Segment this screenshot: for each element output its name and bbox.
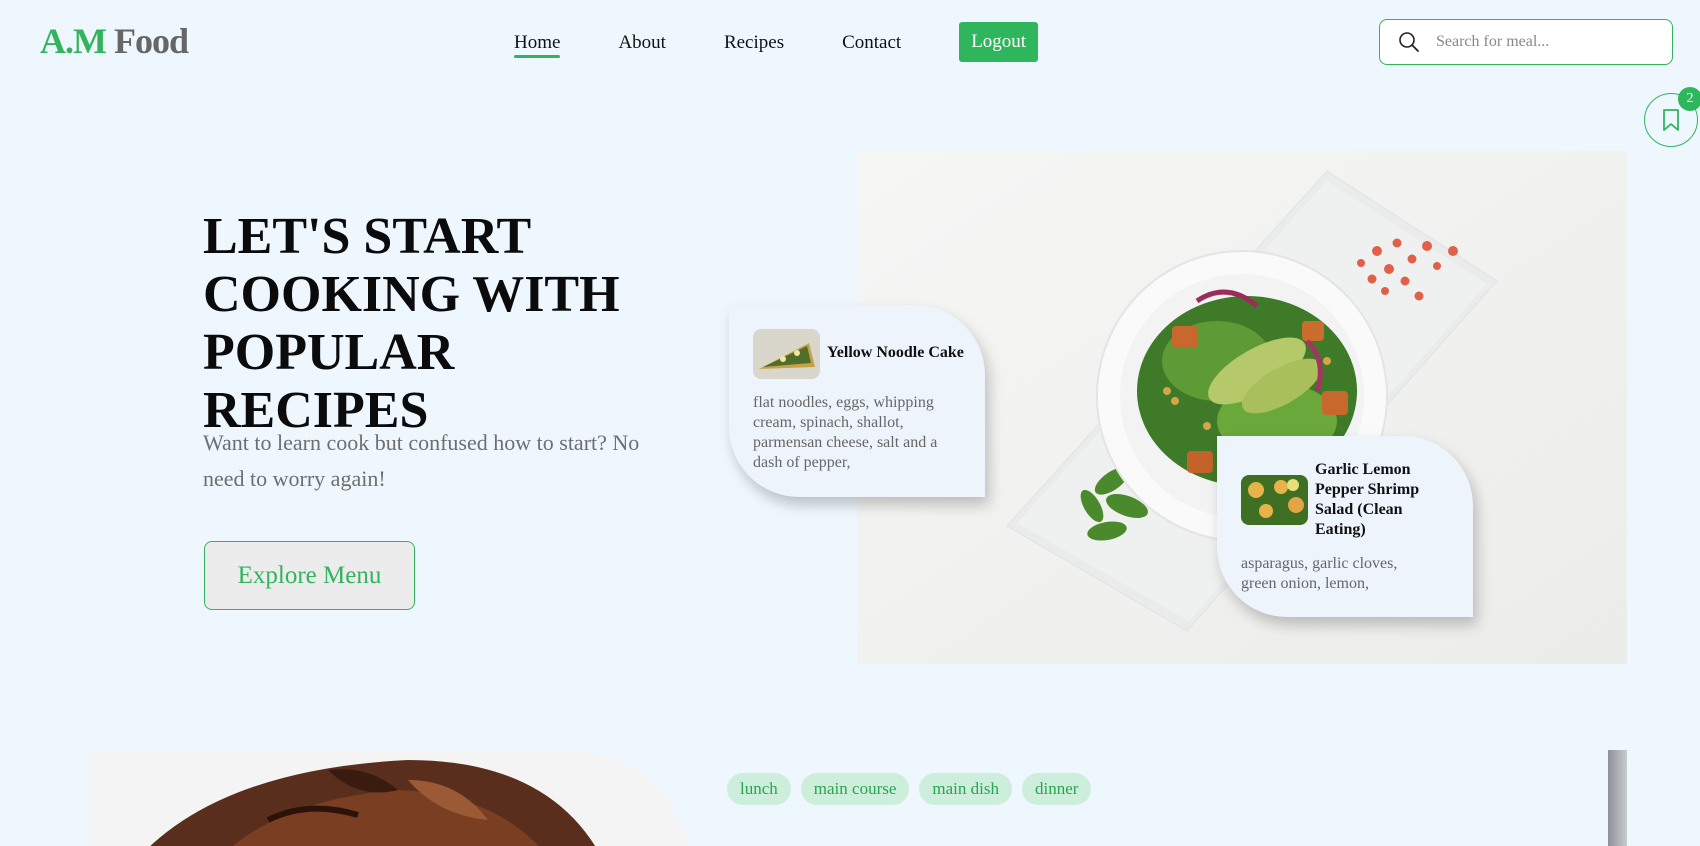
recipe-title: Yellow Noodle Cake	[827, 344, 964, 361]
explore-menu-button[interactable]: Explore Menu	[204, 541, 415, 610]
logo-part-2: Food	[113, 21, 189, 61]
scroll-edge-image	[1608, 750, 1627, 846]
site-logo[interactable]: A.M Food	[40, 20, 189, 62]
recipe-title: Garlic Lemon Pepper Shrimp Salad (Clean …	[1315, 461, 1420, 538]
search-icon	[1399, 32, 1419, 52]
tag-dinner[interactable]: dinner	[1021, 773, 1092, 805]
recipe-card[interactable]: Yellow Noodle Cake flat noodles, eggs, w…	[729, 305, 985, 497]
recipe-card[interactable]: Garlic Lemon Pepper Shrimp Salad (Clean …	[1217, 436, 1473, 617]
search-box[interactable]	[1379, 19, 1673, 65]
featured-recipe-image	[88, 750, 690, 846]
tag-lunch[interactable]: lunch	[727, 773, 791, 805]
main-nav: Home About Recipes Contact Logout	[514, 22, 1039, 62]
nav-about[interactable]: About	[618, 24, 666, 60]
bookmark-icon	[1663, 109, 1679, 131]
recipe-ingredients: asparagus, garlic cloves, green onion, l…	[1241, 555, 1398, 592]
hero-subtitle: Want to learn cook but confused how to s…	[203, 430, 640, 491]
tag-main-dish[interactable]: main dish	[919, 773, 1012, 805]
nav-contact[interactable]: Contact	[842, 24, 901, 60]
nav-home[interactable]: Home	[514, 24, 561, 60]
search-input[interactable]	[1436, 33, 1656, 51]
recipe-thumbnail	[1241, 475, 1308, 525]
recipe-tags: lunch main course main dish dinner	[727, 773, 1101, 805]
nav-recipes[interactable]: Recipes	[724, 24, 784, 60]
logo-part-1: A.M	[40, 21, 107, 61]
logout-button[interactable]: Logout	[959, 22, 1039, 62]
recipe-ingredients: flat noodles, eggs, whipping cream, spin…	[753, 394, 938, 471]
recipe-thumbnail	[753, 329, 820, 379]
hero-title: LET'S START COOKING WITH POPULAR RECIPES	[203, 208, 620, 439]
tag-main-course[interactable]: main course	[800, 773, 910, 805]
bookmark-count-badge: 2	[1678, 87, 1700, 111]
